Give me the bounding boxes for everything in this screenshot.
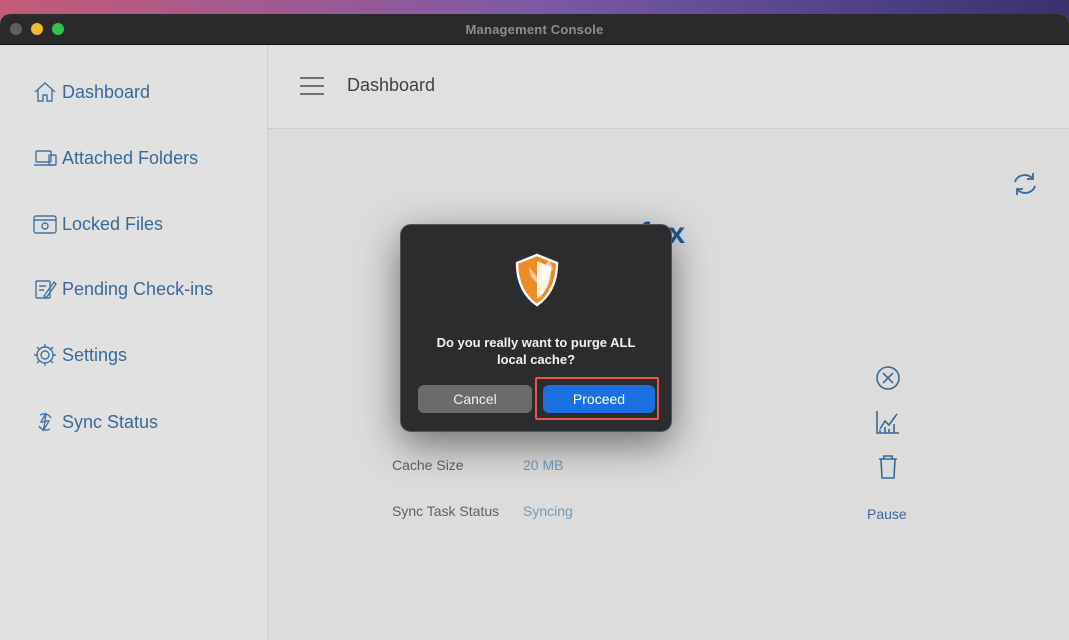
confirm-purge-dialog: Do you really want to purge ALL local ca… [400,224,672,432]
proceed-button[interactable]: Proceed [543,385,655,413]
shield-fox-icon [515,253,559,307]
window-title: Management Console [465,22,604,37]
cancel-button[interactable]: Cancel [418,385,532,413]
dialog-message: Do you really want to purge ALL local ca… [436,335,636,367]
title-bar: Management Console [0,14,1069,45]
